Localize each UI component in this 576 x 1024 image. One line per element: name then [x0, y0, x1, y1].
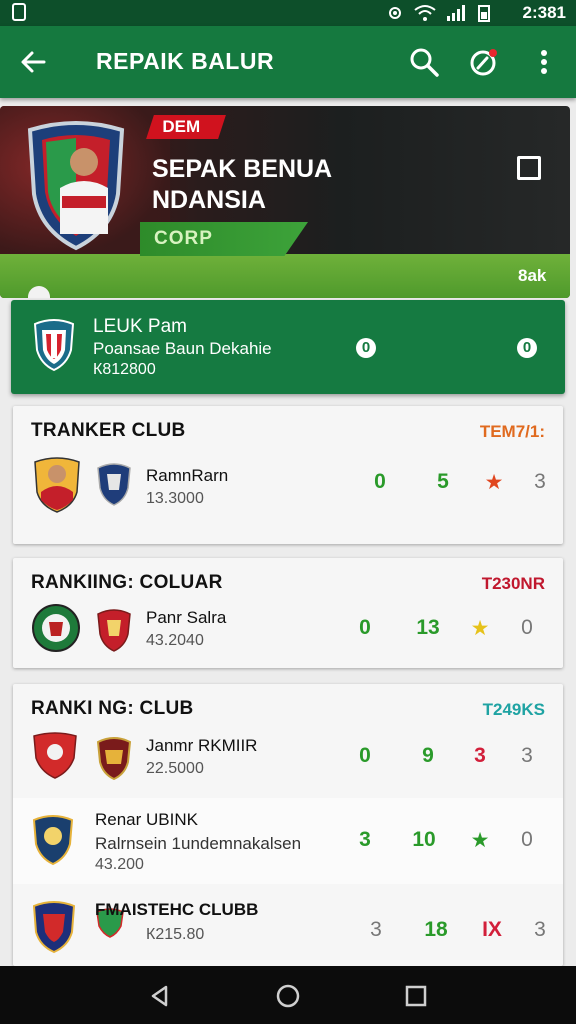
player-number: 22.5000: [146, 760, 204, 777]
player-name: Janmr RKMIIR: [146, 736, 258, 755]
arrow-left-icon[interactable]: [18, 46, 50, 78]
ranking-card[interactable]: TRANKER CLUB TEM7/1: RamnRarn 13.3000 0 …: [13, 406, 563, 544]
system-nav-bar: [0, 966, 576, 1024]
phone-icon: [12, 3, 26, 21]
status-icons: [386, 4, 490, 22]
player-number: 13.3000: [146, 490, 204, 507]
league-card[interactable]: LEUK Pam Poansae Baun Dekahie К812800 0 …: [11, 300, 565, 394]
stat-value: 3: [370, 918, 382, 941]
banner-headline-line2: NDANSIA: [152, 186, 266, 214]
table-row[interactable]: Renar UBINK Ralrnsein 1undemnakalsen 43.…: [13, 798, 563, 884]
banner-checkbox[interactable]: [517, 156, 541, 180]
league-score-left: 0: [356, 338, 376, 358]
banner-green-label: CORP: [140, 222, 308, 256]
stat-value: 3: [359, 828, 371, 851]
card-tag: T230NR: [481, 574, 545, 593]
player-number: 43.2040: [146, 632, 204, 649]
stat-value: 0: [359, 744, 371, 767]
clock: 2:381: [522, 3, 566, 22]
player-name: FMAISTEHC CLUBB: [95, 900, 259, 919]
banner-tag-label: DEM: [162, 117, 201, 136]
app-title: REPAIK BALUR: [96, 48, 275, 74]
club-badge-icon: [32, 815, 74, 866]
ranking-card[interactable]: RANKI NG: CLUB T249KS Janmr RKMIIR 22.50…: [13, 684, 563, 966]
banner-tag: DEM: [146, 115, 226, 139]
league-subtitle: Poansae Baun Dekahie: [93, 339, 272, 358]
status-bar: 2:381: [0, 0, 576, 26]
stat-value: 18: [424, 918, 448, 941]
stat-value: 3: [534, 470, 546, 493]
club-badge-icon: [96, 737, 132, 780]
club-badge-icon: [32, 901, 76, 954]
star-icon: ★: [484, 471, 504, 494]
club-badge-icon: [97, 463, 131, 506]
nav-home-icon[interactable]: [276, 984, 300, 1008]
stat-value: 5: [437, 470, 449, 493]
club-badge-icon: [97, 609, 131, 652]
table-row[interactable]: Panr Salra 43.2040 0 13 ★ 0: [13, 602, 563, 654]
compass-icon[interactable]: [465, 44, 501, 80]
table-row[interactable]: RamnRarn 13.3000 0 5 ★ 3: [13, 452, 563, 516]
app-bar: REPAIK BALUR: [0, 26, 576, 98]
player-subtitle: Ralrnsein 1undemnakalsen: [95, 834, 302, 853]
battery-icon: [478, 5, 490, 22]
stat-value: 3: [474, 744, 486, 767]
settings-icon: [389, 7, 401, 19]
player-name: RamnRarn: [146, 466, 229, 485]
player-badge-icon: [34, 457, 80, 513]
player-name: Panr Salra: [146, 608, 227, 627]
card-title: RANKIING: COLUAR: [31, 572, 223, 593]
hero-banner[interactable]: DEM SEPAK BENUA NDANSIA CORP 8ak: [0, 106, 570, 298]
stat-value: 0: [521, 616, 533, 639]
nav-back-icon[interactable]: [148, 984, 172, 1008]
league-number: К812800: [93, 361, 156, 378]
stat-value: 10: [412, 828, 436, 851]
club-badge-icon: [32, 604, 80, 652]
banner-green-text: CORP: [154, 228, 213, 249]
table-row[interactable]: Janmr RKMIIR 22.5000 0 9 3 3: [13, 730, 563, 782]
star-icon: ★: [470, 617, 490, 640]
player-number: 43.200: [95, 856, 144, 873]
player-number: К215.80: [146, 926, 205, 943]
banner-corner-text: 8ak: [518, 266, 547, 285]
pitch-background: [0, 254, 570, 298]
banner-headline: SEPAK BENUA NDANSIA: [152, 154, 392, 216]
card-tag: TEM7/1:: [479, 422, 545, 441]
stat-value: 0: [359, 616, 371, 639]
card-tag: T249KS: [482, 700, 545, 719]
signal-icon: [447, 5, 465, 21]
stat-value: 3: [534, 918, 546, 941]
star-icon: ★: [470, 829, 490, 852]
stat-value: IX: [482, 918, 502, 941]
club-badge-icon: [33, 732, 77, 779]
club-shield-player-image: [27, 121, 125, 251]
table-row[interactable]: FMAISTEHC CLUBB К215.80 3 18 IX 3: [13, 894, 563, 964]
stat-value: 9: [422, 744, 434, 767]
league-score-right: 0: [517, 338, 537, 358]
ranking-card[interactable]: RANKIING: COLUAR T230NR Panr Salra 43.20…: [13, 558, 563, 668]
stat-value: 13: [416, 616, 440, 639]
card-title: RANKI NG: CLUB: [31, 698, 194, 719]
stat-value: 3: [521, 744, 533, 767]
nav-recent-icon[interactable]: [404, 984, 428, 1008]
player-name: Renar UBINK: [95, 810, 198, 829]
wifi-icon: [414, 5, 436, 21]
more-vert-icon[interactable]: [526, 44, 562, 80]
stat-value: 0: [521, 828, 533, 851]
search-icon[interactable]: [406, 44, 442, 80]
card-title: TRANKER CLUB: [31, 420, 186, 441]
league-crest-icon: [33, 319, 75, 372]
banner-headline-line1: SEPAK BENUA: [152, 155, 333, 183]
stat-value: 0: [374, 470, 386, 493]
league-name: LEUK Pam: [93, 316, 187, 337]
